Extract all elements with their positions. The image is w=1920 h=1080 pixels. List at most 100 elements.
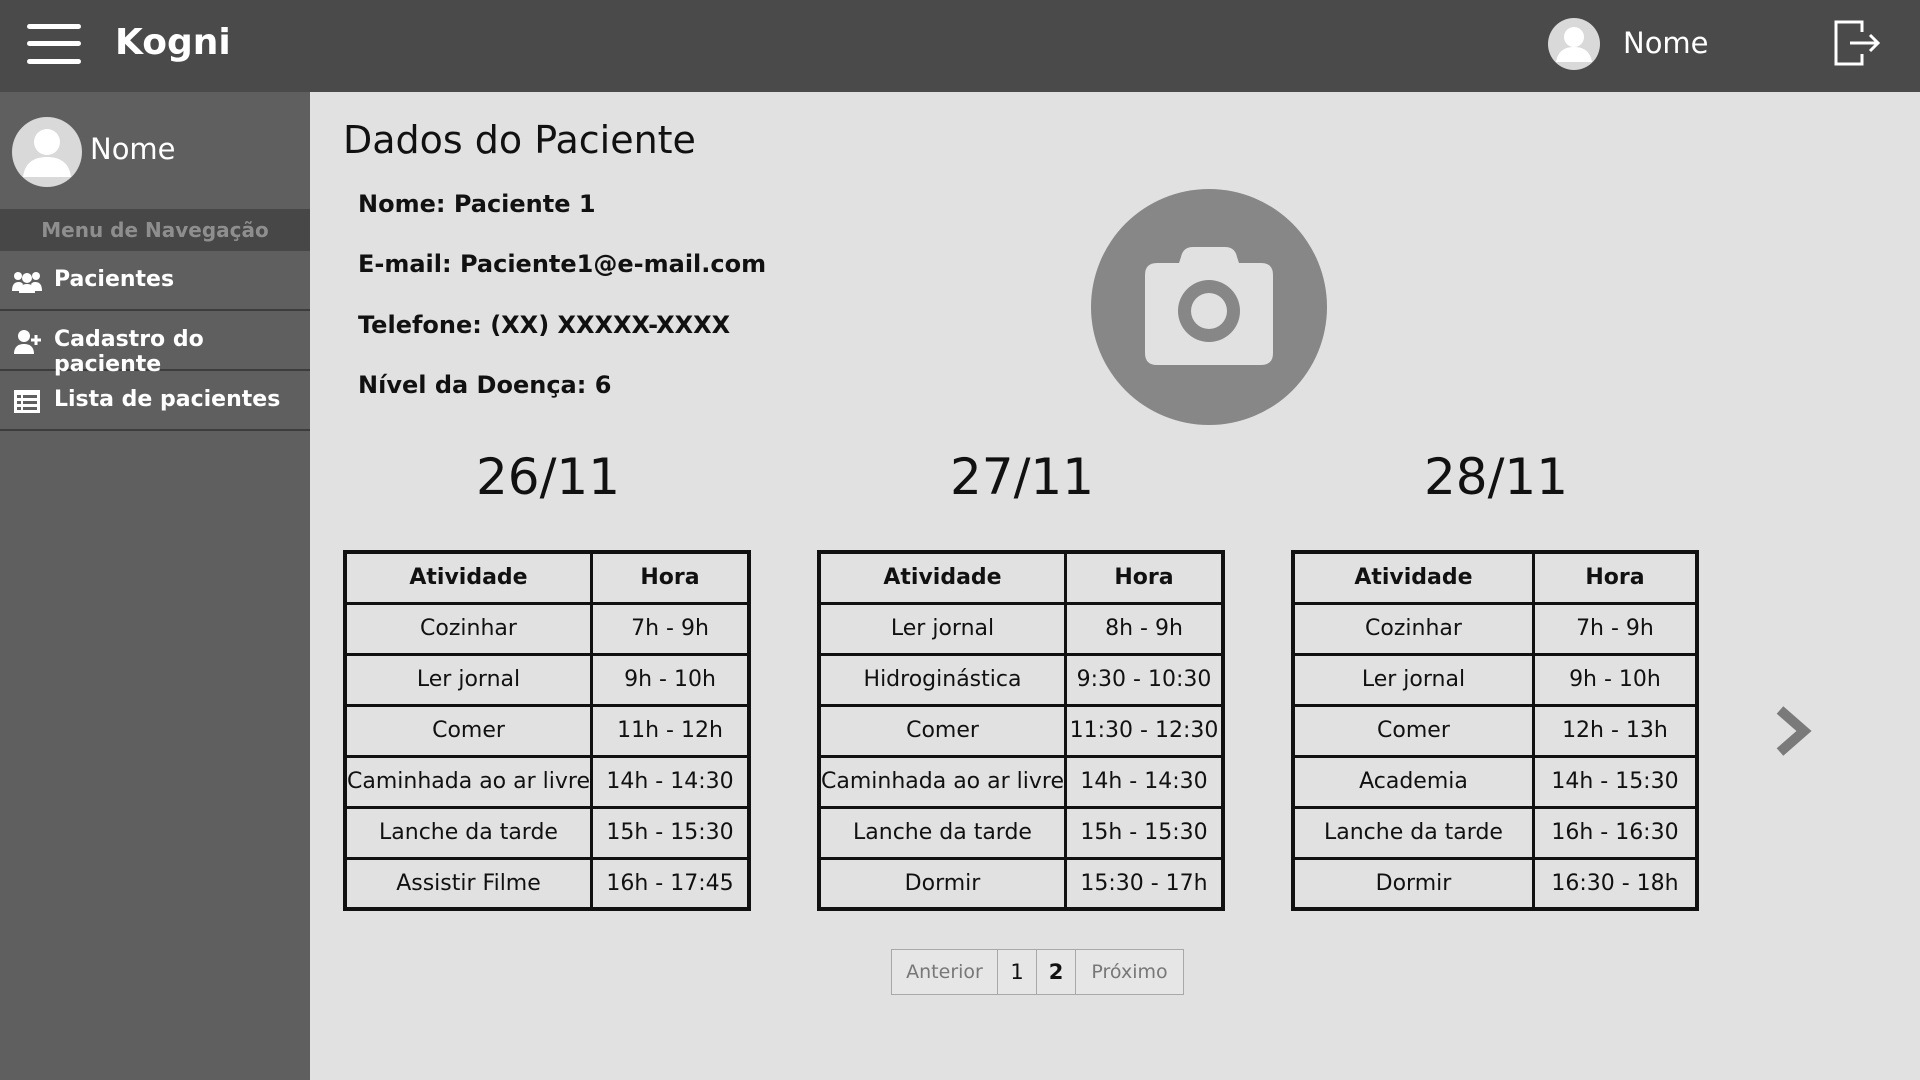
activity-cell: Academia	[1291, 754, 1535, 809]
header-user-name[interactable]: Nome	[1623, 26, 1709, 60]
pagination-next-button[interactable]: Próximo	[1076, 950, 1183, 994]
patient-email: E-mail: Paciente1@e-mail.com	[358, 250, 767, 278]
table-row: Caminhada ao ar livre 14h - 14:30	[817, 754, 1225, 809]
table-row: Ler jornal 9h - 10h	[1291, 652, 1699, 707]
table-row: Cozinhar 7h - 9h	[343, 601, 751, 656]
sidebar-item-cadastro[interactable]: Cadastro do paciente	[0, 311, 310, 377]
day-date: 28/11	[1423, 448, 1569, 506]
sidebar-item-pacientes[interactable]: Pacientes	[0, 251, 310, 311]
column-header-time: Hora	[1531, 550, 1699, 605]
sidebar: Nome Menu de Navegação Pacientes Cadastr…	[0, 92, 310, 1080]
activity-cell: Hidroginástica	[817, 652, 1067, 707]
table-row: Comer 12h - 13h	[1291, 703, 1699, 758]
patient-phone: Telefone: (XX) XXXXX-XXXX	[358, 311, 731, 339]
table-row: Comer 11h - 12h	[343, 703, 751, 758]
table-row: Dormir 16:30 - 18h	[1291, 856, 1699, 911]
activity-cell: Caminhada ao ar livre	[817, 754, 1067, 809]
time-cell: 15h - 15:30	[1064, 805, 1225, 860]
table-row: Dormir 15:30 - 17h	[817, 856, 1225, 911]
list-icon	[14, 390, 40, 413]
column-header-activity: Atividade	[343, 550, 593, 605]
table-row: Cozinhar 7h - 9h	[1291, 601, 1699, 656]
pagination-page-1[interactable]: 1	[998, 950, 1037, 994]
schedule-table: Atividade Hora Cozinhar 7h - 9h Ler jorna…	[1291, 550, 1699, 911]
patient-name: Nome: Paciente 1	[358, 190, 596, 218]
time-cell: 15:30 - 17h	[1064, 856, 1225, 911]
activity-cell: Ler jornal	[1291, 652, 1535, 707]
day-schedule: 27/11 Atividade Hora Ler jornal 8h - 9h H…	[817, 448, 1225, 911]
activity-cell: Lanche da tarde	[343, 805, 593, 860]
table-row: Hidroginástica 9:30 - 10:30	[817, 652, 1225, 707]
table-header-row: Atividade Hora	[817, 550, 1225, 605]
time-cell: 11:30 - 12:30	[1064, 703, 1225, 758]
time-cell: 14h - 15:30	[1531, 754, 1699, 809]
time-cell: 11h - 12h	[590, 703, 751, 758]
time-cell: 7h - 9h	[1531, 601, 1699, 656]
table-row: Lanche da tarde 15h - 15:30	[343, 805, 751, 860]
time-cell: 14h - 14:30	[590, 754, 751, 809]
activity-cell: Lanche da tarde	[817, 805, 1067, 860]
top-bar: Kogni Nome	[0, 0, 1920, 92]
users-icon	[12, 272, 42, 293]
user-avatar-icon	[12, 117, 82, 187]
camera-icon	[1145, 247, 1273, 365]
column-header-activity: Atividade	[1291, 550, 1535, 605]
time-cell: 7h - 9h	[590, 601, 751, 656]
patient-photo[interactable]	[1091, 189, 1327, 425]
sidebar-user: Nome	[0, 92, 310, 209]
table-row: Academia 14h - 15:30	[1291, 754, 1699, 809]
page-title: Dados do Paciente	[343, 118, 696, 162]
table-row: Lanche da tarde 15h - 15:30	[817, 805, 1225, 860]
time-cell: 15h - 15:30	[590, 805, 751, 860]
table-row: Lanche da tarde 16h - 16:30	[1291, 805, 1699, 860]
table-header-row: Atividade Hora	[343, 550, 751, 605]
time-cell: 16h - 17:45	[590, 856, 751, 911]
time-cell: 9h - 10h	[1531, 652, 1699, 707]
logout-icon[interactable]	[1832, 18, 1882, 68]
activity-cell: Dormir	[817, 856, 1067, 911]
time-cell: 9:30 - 10:30	[1064, 652, 1225, 707]
pagination-page-2[interactable]: 2	[1037, 950, 1076, 994]
column-header-time: Hora	[1064, 550, 1225, 605]
day-date: 27/11	[949, 448, 1095, 506]
patient-disease-level: Nível da Doença: 6	[358, 371, 612, 399]
activity-cell: Comer	[343, 703, 593, 758]
table-row: Caminhada ao ar livre 14h - 14:30	[343, 754, 751, 809]
chevron-right-icon[interactable]	[1772, 704, 1816, 758]
activity-cell: Cozinhar	[1291, 601, 1535, 656]
time-cell: 8h - 9h	[1064, 601, 1225, 656]
activity-cell: Ler jornal	[343, 652, 593, 707]
table-row: Assistir Filme 16h - 17:45	[343, 856, 751, 911]
activity-cell: Ler jornal	[817, 601, 1067, 656]
sidebar-item-label: Lista de pacientes	[54, 387, 281, 412]
column-header-time: Hora	[590, 550, 751, 605]
hamburger-menu-icon[interactable]	[27, 24, 81, 64]
table-header-row: Atividade Hora	[1291, 550, 1699, 605]
day-schedule: 28/11 Atividade Hora Cozinhar 7h - 9h Ler…	[1291, 448, 1699, 911]
sidebar-item-lista[interactable]: Lista de pacientes	[0, 371, 310, 431]
column-header-activity: Atividade	[817, 550, 1067, 605]
activity-cell: Comer	[817, 703, 1067, 758]
pagination: Anterior 1 2 Próximo	[891, 949, 1184, 995]
activity-cell: Assistir Filme	[343, 856, 593, 911]
brand-logo: Kogni	[115, 22, 231, 63]
activity-cell: Lanche da tarde	[1291, 805, 1535, 860]
menu-title: Menu de Navegação	[0, 209, 310, 251]
time-cell: 9h - 10h	[590, 652, 751, 707]
pagination-previous-button[interactable]: Anterior	[892, 950, 998, 994]
time-cell: 14h - 14:30	[1064, 754, 1225, 809]
activity-cell: Caminhada ao ar livre	[343, 754, 593, 809]
time-cell: 16:30 - 18h	[1531, 856, 1699, 911]
day-date: 26/11	[475, 448, 621, 506]
day-schedule: 26/11 Atividade Hora Cozinhar 7h - 9h Ler…	[343, 448, 751, 911]
sidebar-item-label: Cadastro do paciente	[54, 327, 204, 377]
time-cell: 16h - 16:30	[1531, 805, 1699, 860]
user-avatar-icon[interactable]	[1548, 18, 1600, 70]
activity-cell: Dormir	[1291, 856, 1535, 911]
sidebar-user-name: Nome	[90, 132, 176, 166]
activity-cell: Cozinhar	[343, 601, 593, 656]
schedule-table: Atividade Hora Ler jornal 8h - 9h Hidrogi…	[817, 550, 1225, 911]
user-plus-icon	[14, 330, 41, 354]
table-row: Ler jornal 9h - 10h	[343, 652, 751, 707]
schedule-table: Atividade Hora Cozinhar 7h - 9h Ler jorna…	[343, 550, 751, 911]
